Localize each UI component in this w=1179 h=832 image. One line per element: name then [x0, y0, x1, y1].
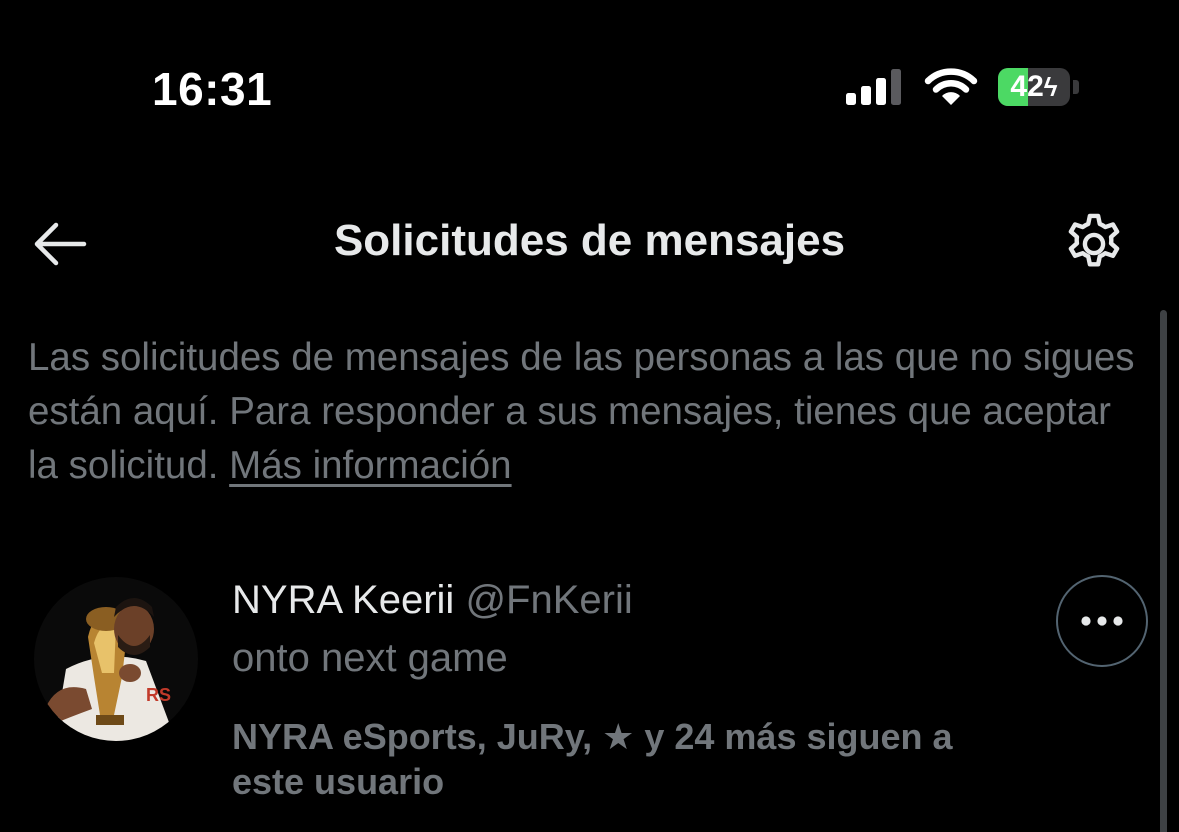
message-preview: onto next game — [232, 636, 508, 680]
settings-button[interactable] — [1061, 211, 1127, 277]
more-options-button[interactable] — [1056, 575, 1148, 667]
gear-icon — [1068, 213, 1120, 267]
status-time: 16:31 — [152, 63, 273, 115]
battery-cap — [1073, 80, 1079, 94]
battery-percent: 42 — [1010, 70, 1044, 103]
avatar-image: RS — [34, 577, 198, 741]
app-screen: 16:31 42ϟ Solicitudes de mensajes Las so… — [0, 0, 1179, 832]
wifi-icon — [924, 68, 978, 105]
avatar[interactable]: RS — [34, 577, 198, 741]
charging-bolt-icon: ϟ — [1043, 72, 1058, 102]
svg-text:RS: RS — [146, 685, 171, 705]
description-text: Las solicitudes de mensajes de las perso… — [28, 336, 1135, 487]
battery-charging-icon: 42ϟ — [998, 68, 1070, 106]
page-title: Solicitudes de mensajes — [333, 216, 846, 265]
followed-by-text: NYRA eSports, JuRy, ★ y 24 más siguen a … — [232, 716, 953, 802]
requests-description: Las solicitudes de mensajes de las perso… — [28, 331, 1138, 493]
sender-name-line: NYRA Keerii @FnKerii — [232, 578, 633, 623]
sender-display-name: NYRA Keerii — [232, 578, 455, 622]
scrollbar[interactable] — [1160, 310, 1167, 832]
sender-handle: @FnKerii — [465, 578, 633, 622]
more-info-link[interactable]: Más información — [229, 444, 511, 487]
cellular-signal-icon — [846, 69, 901, 105]
more-horizontal-icon — [1081, 616, 1123, 626]
